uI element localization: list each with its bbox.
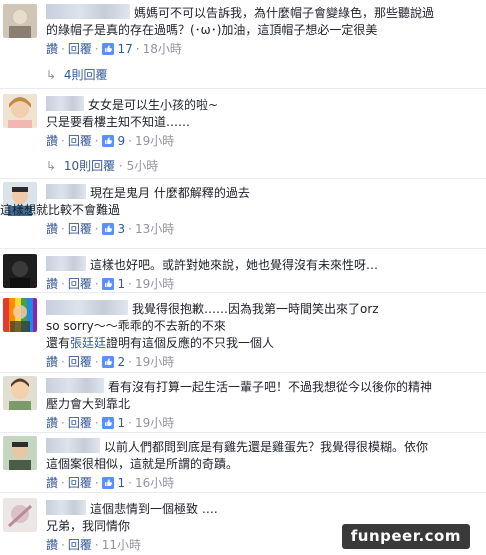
like-icon [102,135,114,147]
commenter-name[interactable] [46,438,100,453]
comment-text: so sorry～～乖乖的不去新的不來 [46,319,226,333]
timestamp[interactable]: 19小時 [135,277,174,291]
like-icon [102,223,114,235]
comment-text: 證明有這個反應的不只我一個人 [106,336,275,350]
like-button[interactable]: 讚 [46,416,58,430]
reply-button[interactable]: 回覆 [68,355,92,369]
divider [0,492,486,493]
comment-text: 現在是鬼月 什麼都解釋的過去 [90,186,250,200]
like-button[interactable]: 讚 [46,277,58,291]
replies-label: 10則回覆 [63,159,116,173]
like-count[interactable]: 17 [118,42,133,56]
timestamp[interactable]: 11小時 [102,538,141,552]
comment-text: 以前人們都問到底是有雞先還是雞蛋先？我覺得很模糊。依你 [104,440,429,454]
reply-button[interactable]: 回覆 [68,416,92,430]
divider [0,178,486,179]
avatar[interactable] [3,436,37,470]
reply-arrow-icon: ↳ [46,68,57,82]
comment-text: 還有 [46,336,71,350]
comment-text: 這樣想就比較不會難過 [0,203,121,217]
timestamp[interactable]: 19小時 [135,416,174,430]
like-icon [102,43,114,55]
divider [0,88,486,89]
commenter-name[interactable] [46,256,86,271]
replies-timestamp: 5小時 [126,159,159,173]
timestamp[interactable]: 16小時 [135,476,174,490]
comment-text: 這個案很相似，這就是所謂的奇蹟。 [46,457,239,471]
commenter-name[interactable] [46,4,130,19]
comment-text: 我覺得很抱歉……因為我第一時間笑出來了orz [132,302,379,316]
reply-button[interactable]: 回覆 [68,134,92,148]
timestamp[interactable]: 19小時 [135,355,174,369]
watermark-logo: funpeer.com [341,524,470,549]
divider [0,248,486,249]
avatar[interactable] [3,4,37,38]
comment-text: 這樣也好吧。或許對她來說，她也覺得沒有未來性呀… [90,258,379,272]
like-count[interactable]: 1 [118,416,126,430]
avatar[interactable] [3,376,37,410]
reply-button[interactable]: 回覆 [68,42,92,56]
commenter-name[interactable] [46,184,86,199]
reply-button[interactable]: 回覆 [68,538,92,552]
like-button[interactable]: 讚 [46,355,58,369]
like-count[interactable]: 2 [118,355,126,369]
timestamp[interactable]: 19小時 [135,134,174,148]
like-button[interactable]: 讚 [46,222,58,236]
replies-label: 4則回覆 [63,68,108,82]
commenter-name[interactable] [46,96,84,111]
timestamp[interactable]: 18小時 [143,42,182,56]
comment-text: 只是要看樓主知不知道…… [46,115,191,129]
reply-button[interactable]: 回覆 [68,222,92,236]
like-button[interactable]: 讚 [46,476,58,490]
like-button[interactable]: 讚 [46,42,58,56]
avatar[interactable] [3,298,37,332]
like-icon [102,417,114,429]
comment-text: 看有沒有打算一起生活一輩子吧！不過我想從今以後你的精神 [108,380,433,394]
like-icon [102,278,114,290]
view-replies-link[interactable]: ↳ 4則回覆 [46,66,107,83]
like-count[interactable]: 1 [118,476,126,490]
like-icon [102,477,114,489]
divider [0,372,486,373]
timestamp[interactable]: 13小時 [135,222,174,236]
like-button[interactable]: 讚 [46,538,58,552]
reply-button[interactable]: 回覆 [68,476,92,490]
comment-text: 媽媽可不可以告訴我，為什麼帽子會變綠色，那些聽說過 [134,6,435,20]
like-button[interactable]: 讚 [46,134,58,148]
commenter-name[interactable] [46,500,86,515]
like-icon [102,356,114,368]
avatar[interactable] [3,94,37,128]
avatar[interactable] [3,498,37,532]
divider [0,432,486,433]
view-replies-link[interactable]: ↳ 10則回覆 · 5小時 [46,157,158,174]
reply-arrow-icon: ↳ [46,159,57,173]
like-count[interactable]: 9 [118,134,126,148]
comment-text: 壓力會大到靠北 [46,397,131,411]
comment-text: 的綠帽子是真的存在過嗎？(･ω･)加油，這頂帽子想必一定很美 [46,23,378,37]
tagged-user-link[interactable]: 張廷廷 [70,336,106,350]
like-count[interactable]: 1 [118,277,126,291]
divider [0,292,486,293]
commenter-name[interactable] [46,300,128,315]
comment-text: 這個悲情到一個極致 …. [90,502,218,516]
reply-button[interactable]: 回覆 [68,277,92,291]
like-count[interactable]: 3 [118,222,126,236]
comment-text: 女女是可以生小孩的啦~ [88,98,219,112]
commenter-name[interactable] [46,378,104,393]
avatar[interactable] [3,254,37,288]
